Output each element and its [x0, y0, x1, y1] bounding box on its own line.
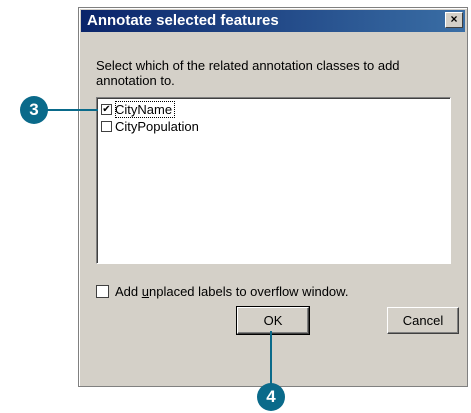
callout-4-leader: [270, 331, 272, 389]
ok-button[interactable]: OK: [236, 306, 310, 335]
list-item-label: CityName: [115, 101, 176, 118]
cancel-button[interactable]: Cancel: [387, 307, 459, 334]
close-button[interactable]: ×: [445, 12, 463, 28]
checkmark-icon: ✔: [102, 104, 111, 115]
dialog-titlebar[interactable]: Annotate selected features ×: [81, 10, 465, 32]
annotate-dialog: Annotate selected features × Select whic…: [78, 7, 468, 387]
annotation-class-list[interactable]: ✔ CityName CityPopulation: [96, 97, 451, 264]
close-icon: ×: [450, 12, 458, 26]
overflow-checkbox[interactable]: [96, 285, 109, 298]
cityname-checkbox[interactable]: ✔: [101, 104, 112, 115]
dialog-title: Annotate selected features: [87, 12, 279, 29]
callout-4-badge: 4: [257, 383, 285, 411]
citypopulation-checkbox[interactable]: [101, 121, 112, 132]
instruction-text: Select which of the related annotation c…: [96, 58, 400, 88]
callout-3-leader: [44, 109, 98, 111]
callout-3-badge: 3: [20, 96, 48, 124]
overflow-label: Add unplaced labels to overflow window.: [115, 284, 349, 299]
list-item-label: CityPopulation: [115, 119, 199, 134]
